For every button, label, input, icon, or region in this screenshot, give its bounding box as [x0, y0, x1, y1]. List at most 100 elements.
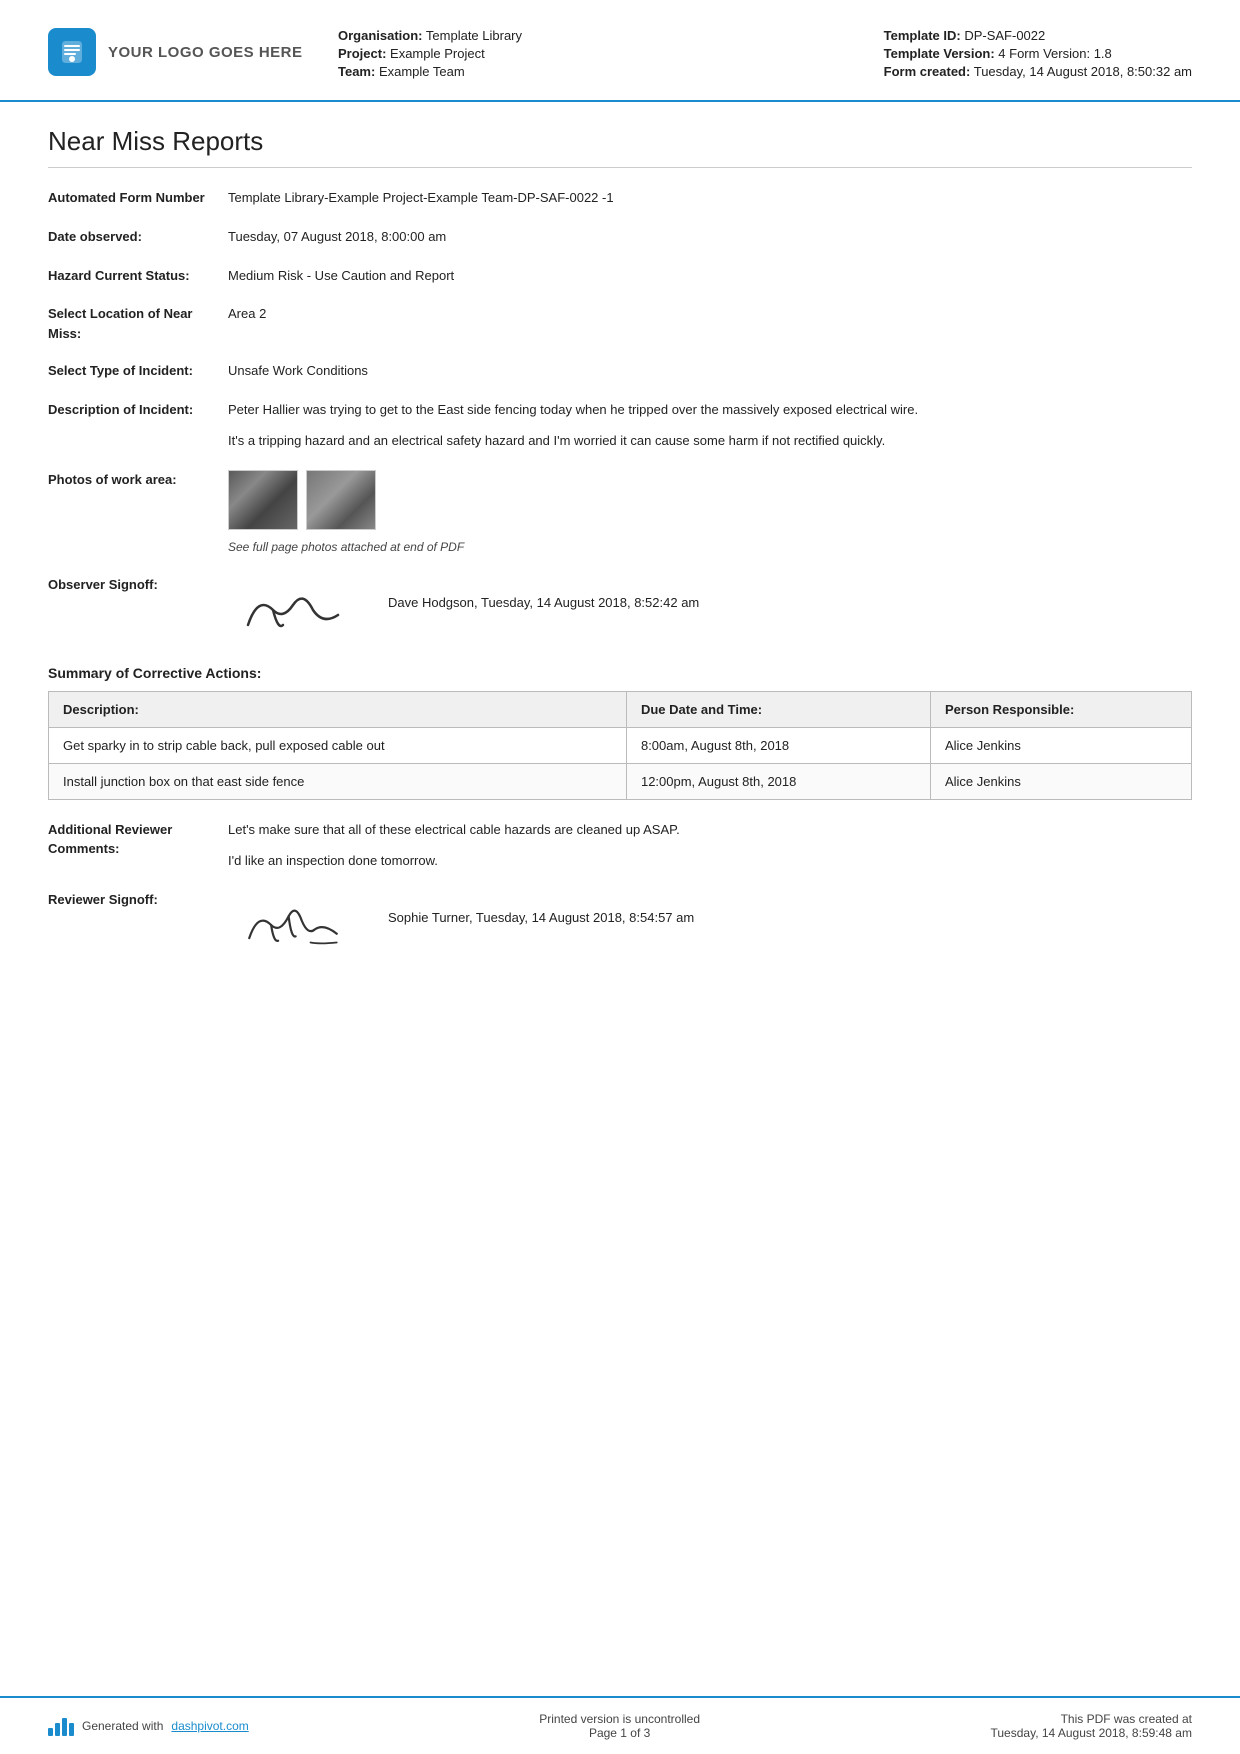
form-field-hazard: Hazard Current Status: Medium Risk - Use…: [48, 266, 1192, 287]
bar-3: [62, 1718, 67, 1736]
bar-1: [48, 1728, 53, 1736]
footer-right-line1: This PDF was created at: [991, 1712, 1192, 1726]
observer-signature-info: Dave Hodgson, Tuesday, 14 August 2018, 8…: [388, 575, 699, 610]
description-label: Description of Incident:: [48, 400, 228, 420]
version-line: Template Version: 4 Form Version: 1.8: [884, 46, 1192, 61]
col-header-due-date: Due Date and Time:: [626, 691, 930, 727]
team-line: Team: Example Team: [338, 64, 884, 79]
observer-label: Observer Signoff:: [48, 575, 228, 595]
template-id-value: DP-SAF-0022: [964, 28, 1045, 43]
footer-left: Generated with dashpivot.com: [48, 1716, 249, 1736]
corrective-table-body: Get sparky in to strip cable back, pull …: [49, 727, 1192, 799]
description-value: Peter Hallier was trying to get to the E…: [228, 400, 1192, 452]
org-value: Template Library: [426, 28, 522, 43]
generated-text: Generated with: [82, 1719, 163, 1733]
photos-value: See full page photos attached at end of …: [228, 470, 1192, 557]
location-value: Area 2: [228, 304, 1192, 325]
hazard-value: Medium Risk - Use Caution and Report: [228, 266, 1192, 287]
footer-center: Printed version is uncontrolled Page 1 o…: [539, 1712, 700, 1740]
report-title: Near Miss Reports: [48, 126, 1192, 168]
description-para2: It's a tripping hazard and an electrical…: [228, 431, 1192, 452]
footer-logo-bars: [48, 1716, 74, 1736]
additional-para2: I'd like an inspection done tomorrow.: [228, 851, 1192, 872]
additional-value: Let's make sure that all of these electr…: [228, 820, 1192, 872]
additional-label: Additional Reviewer Comments:: [48, 820, 228, 859]
additional-para1: Let's make sure that all of these electr…: [228, 820, 1192, 841]
photos-label: Photos of work area:: [48, 470, 228, 490]
form-created-label: Form created:: [884, 64, 971, 79]
reviewer-label: Reviewer Signoff:: [48, 890, 228, 910]
description-para1: Peter Hallier was trying to get to the E…: [228, 400, 1192, 421]
incident-type-label: Select Type of Incident:: [48, 361, 228, 381]
photo-thumb-1: [228, 470, 298, 530]
table-row: Install junction box on that east side f…: [49, 763, 1192, 799]
corrective-table: Description: Due Date and Time: Person R…: [48, 691, 1192, 800]
form-field-photos: Photos of work area: See full page photo…: [48, 470, 1192, 557]
corrective-table-header-row: Description: Due Date and Time: Person R…: [49, 691, 1192, 727]
site-link[interactable]: dashpivot.com: [171, 1719, 248, 1733]
footer-center-line2: Page 1 of 3: [539, 1726, 700, 1740]
team-label: Team:: [338, 64, 375, 79]
footer-center-line1: Printed version is uncontrolled: [539, 1712, 700, 1726]
date-value: Tuesday, 07 August 2018, 8:00:00 am: [228, 227, 1192, 248]
corrective-table-head: Description: Due Date and Time: Person R…: [49, 691, 1192, 727]
incident-type-value: Unsafe Work Conditions: [228, 361, 1192, 382]
form-version-label: Form Version:: [1009, 46, 1090, 61]
project-line: Project: Example Project: [338, 46, 884, 61]
header-middle: Organisation: Template Library Project: …: [308, 28, 884, 82]
team-value: Example Team: [379, 64, 465, 79]
template-version-label: Template Version:: [884, 46, 995, 61]
photos-container: [228, 470, 1192, 530]
template-id-line: Template ID: DP-SAF-0022: [884, 28, 1192, 43]
org-label: Organisation:: [338, 28, 423, 43]
logo-icon: [48, 28, 96, 76]
col-header-person: Person Responsible:: [930, 691, 1191, 727]
row2-person: Alice Jenkins: [930, 763, 1191, 799]
logo-area: YOUR LOGO GOES HERE: [48, 28, 308, 76]
form-field-date: Date observed: Tuesday, 07 August 2018, …: [48, 227, 1192, 248]
photo-caption: See full page photos attached at end of …: [228, 538, 1192, 557]
observer-signoff-row: Observer Signoff: Dave Hodgson, Tuesday,…: [48, 575, 1192, 645]
row1-person: Alice Jenkins: [930, 727, 1191, 763]
form-number-label: Automated Form Number: [48, 188, 228, 208]
template-version-value: 4: [998, 46, 1005, 61]
footer-right: This PDF was created at Tuesday, 14 Augu…: [991, 1712, 1192, 1740]
summary-title: Summary of Corrective Actions:: [48, 665, 1192, 681]
footer-right-line2: Tuesday, 14 August 2018, 8:59:48 am: [991, 1726, 1192, 1740]
logo-text: YOUR LOGO GOES HERE: [108, 44, 303, 61]
observer-signature-content: Dave Hodgson, Tuesday, 14 August 2018, 8…: [228, 575, 1192, 645]
table-row: Get sparky in to strip cable back, pull …: [49, 727, 1192, 763]
row2-description: Install junction box on that east side f…: [49, 763, 627, 799]
col-header-description: Description:: [49, 691, 627, 727]
form-number-value: Template Library-Example Project-Example…: [228, 188, 1192, 209]
reviewer-signature-content: Sophie Turner, Tuesday, 14 August 2018, …: [228, 890, 1192, 960]
form-field-form-number: Automated Form Number Template Library-E…: [48, 188, 1192, 209]
form-version-value: 1.8: [1094, 46, 1112, 61]
form-field-location: Select Location of Near Miss: Area 2: [48, 304, 1192, 343]
form-created-line: Form created: Tuesday, 14 August 2018, 8…: [884, 64, 1192, 79]
reviewer-signature-image: [228, 890, 358, 960]
bar-4: [69, 1723, 74, 1736]
form-field-description: Description of Incident: Peter Hallier w…: [48, 400, 1192, 452]
form-field-incident-type: Select Type of Incident: Unsafe Work Con…: [48, 361, 1192, 382]
row1-description: Get sparky in to strip cable back, pull …: [49, 727, 627, 763]
header-right: Template ID: DP-SAF-0022 Template Versio…: [884, 28, 1192, 82]
observer-signature-image: [228, 575, 358, 645]
bar-2: [55, 1723, 60, 1736]
location-label: Select Location of Near Miss:: [48, 304, 228, 343]
page-footer: Generated with dashpivot.com Printed ver…: [0, 1696, 1240, 1754]
form-created-value: Tuesday, 14 August 2018, 8:50:32 am: [974, 64, 1192, 79]
template-id-label: Template ID:: [884, 28, 961, 43]
page-header: YOUR LOGO GOES HERE Organisation: Templa…: [0, 0, 1240, 102]
reviewer-signature-info: Sophie Turner, Tuesday, 14 August 2018, …: [388, 890, 694, 925]
form-field-additional: Additional Reviewer Comments: Let's make…: [48, 820, 1192, 872]
row2-due-date: 12:00pm, August 8th, 2018: [626, 763, 930, 799]
summary-section: Summary of Corrective Actions: Descripti…: [48, 665, 1192, 800]
date-label: Date observed:: [48, 227, 228, 247]
row1-due-date: 8:00am, August 8th, 2018: [626, 727, 930, 763]
project-label: Project:: [338, 46, 386, 61]
hazard-label: Hazard Current Status:: [48, 266, 228, 286]
project-value: Example Project: [390, 46, 485, 61]
photo-thumb-2: [306, 470, 376, 530]
org-line: Organisation: Template Library: [338, 28, 884, 43]
